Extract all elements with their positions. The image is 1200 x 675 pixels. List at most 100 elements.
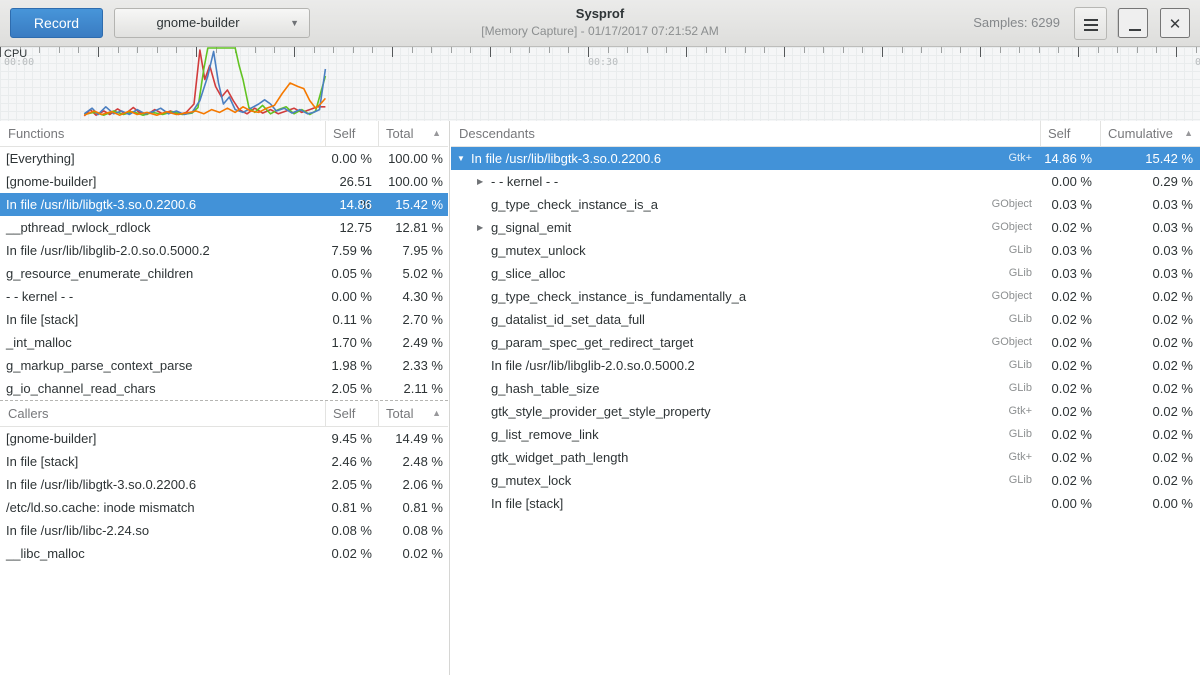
total-percent: 2.49 % — [378, 331, 448, 354]
column-header-self[interactable]: Self — [325, 401, 378, 426]
self-percent: 0.05 % — [325, 262, 378, 285]
tree-row[interactable]: ▼In file /usr/lib/libgtk-3.so.0.2200.6Gt… — [451, 147, 1200, 170]
tree-row[interactable]: g_slice_allocGLib0.03 %0.03 % — [451, 262, 1200, 285]
cpu-graph[interactable]: CPU 00:0000:300 — [0, 47, 1200, 121]
tree-row[interactable]: In file [stack]0.00 %0.00 % — [451, 492, 1200, 515]
column-header-descendants[interactable]: Descendants — [451, 121, 1040, 146]
column-header-functions[interactable]: Functions — [0, 121, 325, 146]
pane-splitter[interactable] — [448, 121, 450, 675]
descendant-name: g_mutex_unlock — [491, 239, 1009, 262]
library-category: GObject — [992, 285, 1040, 308]
expander-spacer — [477, 400, 491, 423]
self-percent: 0.81 % — [325, 496, 378, 519]
tree-row[interactable]: g_type_check_instance_is_aGObject0.03 %0… — [451, 193, 1200, 216]
expander-spacer — [477, 377, 491, 400]
expander-icon[interactable]: ▼ — [457, 147, 471, 170]
total-percent: 2.06 % — [378, 473, 448, 496]
tree-row[interactable]: g_datalist_id_set_data_fullGLib0.02 %0.0… — [451, 308, 1200, 331]
table-row[interactable]: [gnome-builder]9.45 %14.49 % — [0, 427, 448, 450]
tree-row[interactable]: ▶- - kernel - -0.00 %0.29 % — [451, 170, 1200, 193]
tree-row[interactable]: g_mutex_lockGLib0.02 %0.02 % — [451, 469, 1200, 492]
library-category: GLib — [1009, 308, 1040, 331]
table-row[interactable]: [gnome-builder]26.51 %100.00 % — [0, 170, 448, 193]
table-row[interactable]: _int_malloc1.70 %2.49 % — [0, 331, 448, 354]
total-percent: 14.49 % — [378, 427, 448, 450]
table-row[interactable]: In file /usr/lib/libgtk-3.so.0.2200.614.… — [0, 193, 448, 216]
total-percent: 2.70 % — [378, 308, 448, 331]
table-row[interactable]: g_resource_enumerate_children0.05 %5.02 … — [0, 262, 448, 285]
tree-row[interactable]: g_type_check_instance_is_fundamentally_a… — [451, 285, 1200, 308]
table-row[interactable]: __libc_malloc0.02 %0.02 % — [0, 542, 448, 565]
close-button[interactable]: ✕ — [1160, 8, 1190, 38]
library-category: GObject — [992, 331, 1040, 354]
self-percent: 0.02 % — [1040, 446, 1100, 469]
expander-icon[interactable]: ▶ — [477, 216, 491, 239]
descendants-rows: ▼In file /usr/lib/libgtk-3.so.0.2200.6Gt… — [451, 147, 1200, 515]
expander-icon[interactable]: ▶ — [477, 170, 491, 193]
tree-row[interactable]: gtk_widget_path_lengthGtk+0.02 %0.02 % — [451, 446, 1200, 469]
descendant-name: gtk_style_provider_get_style_property — [491, 400, 1008, 423]
table-row[interactable]: In file [stack]0.11 %2.70 % — [0, 308, 448, 331]
tree-row[interactable]: g_mutex_unlockGLib0.03 %0.03 % — [451, 239, 1200, 262]
library-category: GLib — [1009, 377, 1040, 400]
self-percent: 0.00 % — [325, 147, 378, 170]
total-percent: 0.81 % — [378, 496, 448, 519]
sort-asc-icon: ▲ — [432, 401, 441, 426]
tree-row[interactable]: ▶g_signal_emitGObject0.02 %0.03 % — [451, 216, 1200, 239]
column-header-total[interactable]: Total ▲ — [378, 121, 448, 146]
tree-row[interactable]: In file /usr/lib/libglib-2.0.so.0.5000.2… — [451, 354, 1200, 377]
table-row[interactable]: __pthread_rwlock_rdlock12.75 %12.81 % — [0, 216, 448, 239]
total-percent: 100.00 % — [378, 170, 448, 193]
cumulative-percent: 0.03 % — [1100, 193, 1200, 216]
total-percent: 2.33 % — [378, 354, 448, 377]
table-row[interactable]: In file /usr/lib/libc-2.24.so0.08 %0.08 … — [0, 519, 448, 542]
column-header-self[interactable]: Self — [325, 121, 378, 146]
table-row[interactable]: g_markup_parse_context_parse1.98 %2.33 % — [0, 354, 448, 377]
library-category — [1032, 492, 1040, 515]
column-header-total[interactable]: Total ▲ — [378, 401, 448, 426]
function-name: In file /usr/lib/libglib-2.0.so.0.5000.2 — [0, 239, 325, 262]
total-percent: 5.02 % — [378, 262, 448, 285]
table-row[interactable]: - - kernel - -0.00 %4.30 % — [0, 285, 448, 308]
tree-row[interactable]: gtk_style_provider_get_style_propertyGtk… — [451, 400, 1200, 423]
table-row[interactable]: In file /usr/lib/libgtk-3.so.0.2200.62.0… — [0, 473, 448, 496]
table-row[interactable]: /etc/ld.so.cache: inode mismatch0.81 %0.… — [0, 496, 448, 519]
table-row[interactable]: g_io_channel_read_chars2.05 %2.11 % — [0, 377, 448, 400]
expander-spacer — [477, 354, 491, 377]
function-name: g_io_channel_read_chars — [0, 377, 325, 400]
descendant-name: In file /usr/lib/libglib-2.0.so.0.5000.2 — [491, 354, 1009, 377]
tree-row[interactable]: g_hash_table_sizeGLib0.02 %0.02 % — [451, 377, 1200, 400]
self-percent: 0.02 % — [1040, 354, 1100, 377]
cumulative-percent: 0.03 % — [1100, 216, 1200, 239]
function-name: In file /usr/lib/libc-2.24.so — [0, 519, 325, 542]
cpu-usage-lines — [0, 47, 1200, 121]
sort-asc-icon: ▲ — [1184, 121, 1193, 146]
table-row[interactable]: In file /usr/lib/libglib-2.0.so.0.5000.2… — [0, 239, 448, 262]
self-percent: 0.02 % — [325, 542, 378, 565]
minimize-button[interactable] — [1118, 8, 1148, 38]
tree-row[interactable]: g_param_spec_get_redirect_targetGObject0… — [451, 331, 1200, 354]
self-percent: 0.03 % — [1040, 262, 1100, 285]
column-header-cumulative[interactable]: Cumulative ▲ — [1100, 121, 1200, 146]
function-name: __libc_malloc — [0, 542, 325, 565]
self-percent: 0.03 % — [1040, 239, 1100, 262]
library-category: GLib — [1009, 239, 1040, 262]
expander-spacer — [477, 239, 491, 262]
cumulative-percent: 0.02 % — [1100, 354, 1200, 377]
self-percent: 14.86 % — [1040, 147, 1100, 170]
total-percent: 0.08 % — [378, 519, 448, 542]
tree-row[interactable]: g_list_remove_linkGLib0.02 %0.02 % — [451, 423, 1200, 446]
self-percent: 0.00 % — [1040, 492, 1100, 515]
column-header-callers[interactable]: Callers — [0, 401, 325, 426]
self-percent: 0.03 % — [1040, 193, 1100, 216]
titlebar: Record gnome-builder ▼ Sysprof [Memory C… — [0, 0, 1200, 47]
process-selector-dropdown[interactable]: gnome-builder ▼ — [114, 8, 310, 38]
table-row[interactable]: [Everything]0.00 %100.00 % — [0, 147, 448, 170]
function-name: - - kernel - - — [0, 285, 325, 308]
self-percent: 0.02 % — [1040, 377, 1100, 400]
menu-button[interactable] — [1074, 7, 1107, 40]
expander-spacer — [477, 446, 491, 469]
column-header-self[interactable]: Self — [1040, 121, 1100, 146]
record-button[interactable]: Record — [10, 8, 103, 38]
table-row[interactable]: In file [stack]2.46 %2.48 % — [0, 450, 448, 473]
